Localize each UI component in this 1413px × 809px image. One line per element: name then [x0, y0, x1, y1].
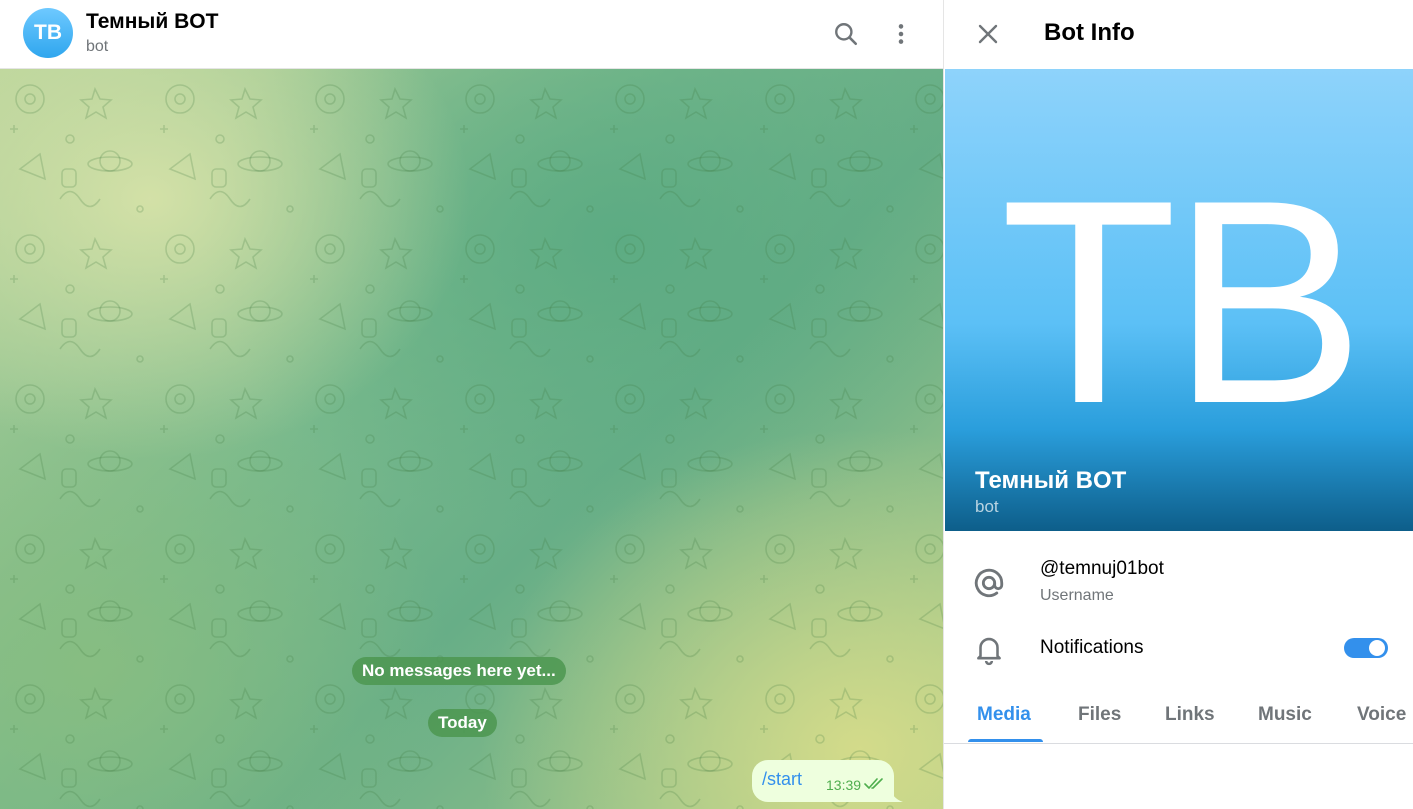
chat-background: No messages here yet... Today /start 13:…: [0, 69, 943, 809]
tab-voice[interactable]: Voice: [1357, 704, 1406, 726]
panel-title: Bot Info: [1044, 19, 1135, 46]
more-vertical-icon: [898, 24, 904, 44]
empty-chat-notice: No messages here yet...: [352, 657, 566, 685]
doodle-pattern: [0, 69, 943, 809]
notifications-label: Notifications: [1040, 637, 1144, 658]
tab-files[interactable]: Files: [1078, 704, 1121, 726]
info-panel-header: Bot Info: [944, 0, 1413, 69]
search-button[interactable]: [826, 14, 866, 54]
chat-area: TB Темный BOT bot No messages here yet..…: [0, 0, 943, 809]
shared-media-tabs: Media Files Links Music Voice: [944, 694, 1413, 744]
close-icon: [978, 24, 998, 44]
chat-status: bot: [86, 38, 109, 55]
info-panel: Bot Info TB Темный BOT bot @temnuj01bot …: [943, 0, 1413, 809]
toggle-knob: [1369, 640, 1385, 656]
date-separator: Today: [428, 709, 497, 737]
username-label: Username: [1040, 587, 1114, 604]
search-icon: [835, 23, 858, 46]
at-sign-icon: [974, 568, 1004, 598]
active-tab-indicator: [968, 739, 1043, 742]
username-value[interactable]: @temnuj01bot: [1040, 558, 1164, 580]
avatar[interactable]: TB: [23, 8, 73, 58]
chat-header[interactable]: TB Темный BOT bot: [0, 0, 943, 69]
profile-initials: TB: [1000, 140, 1365, 464]
profile-subtitle: bot: [975, 497, 999, 516]
double-check-icon: [864, 778, 883, 789]
message-text[interactable]: /start: [762, 769, 802, 790]
close-button[interactable]: [968, 14, 1008, 54]
bell-icon: [977, 637, 1001, 666]
notifications-toggle[interactable]: [1344, 638, 1388, 658]
profile-name: Темный BOT: [975, 467, 1127, 494]
tab-music[interactable]: Music: [1258, 704, 1312, 726]
tab-media[interactable]: Media: [977, 704, 1031, 726]
profile-photo[interactable]: TB Темный BOT bot: [945, 69, 1413, 531]
username-row[interactable]: @temnuj01bot Username: [944, 552, 1413, 616]
bubble-tail: [890, 790, 903, 802]
tab-links[interactable]: Links: [1165, 704, 1215, 726]
chat-title[interactable]: Темный BOT: [86, 10, 218, 34]
more-button[interactable]: [881, 14, 921, 54]
notifications-row[interactable]: Notifications: [944, 628, 1413, 672]
message-time: 13:39: [826, 777, 862, 793]
outgoing-message[interactable]: /start 13:39: [752, 760, 894, 802]
